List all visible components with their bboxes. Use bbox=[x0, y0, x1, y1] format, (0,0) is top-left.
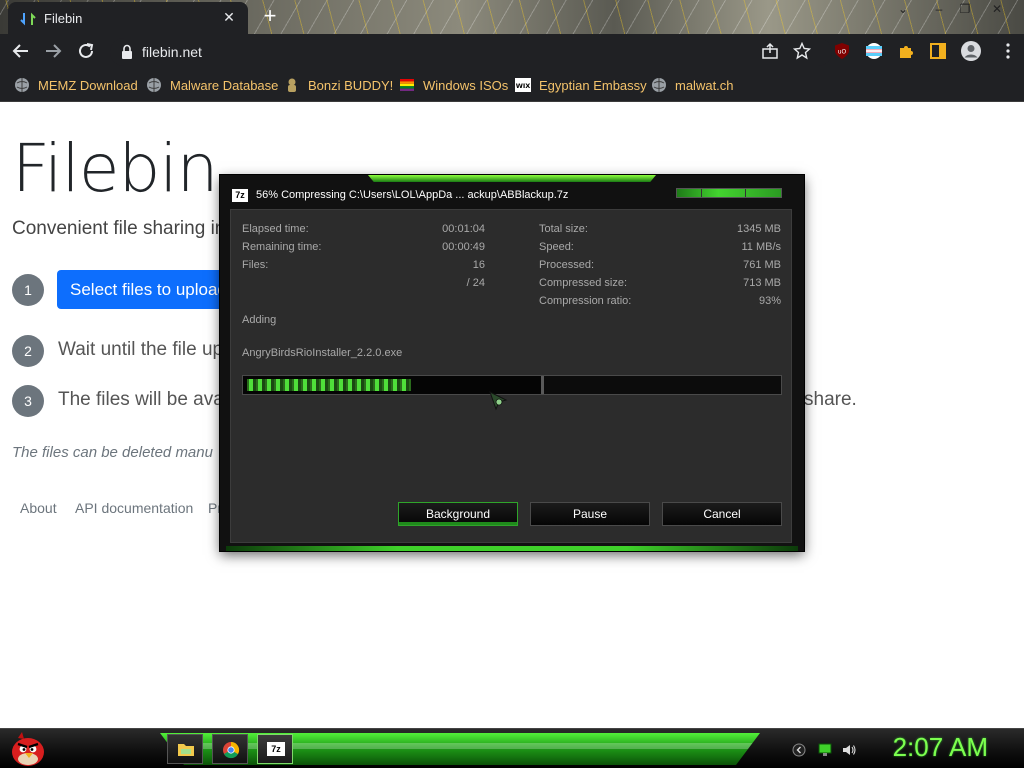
url-text: filebin.net bbox=[142, 44, 202, 60]
step-3-text-tail: share. bbox=[804, 389, 857, 410]
extensions-puzzle-icon[interactable] bbox=[897, 42, 915, 60]
folder-icon bbox=[178, 744, 194, 756]
select-files-button[interactable]: Select files to upload bbox=[57, 270, 227, 309]
compression-ratio-label: Compression ratio: bbox=[539, 295, 632, 307]
dialog-top-glow bbox=[368, 175, 656, 182]
new-tab-button[interactable]: + bbox=[258, 5, 282, 29]
taskbar: 7z 2:07 AM bbox=[0, 728, 1024, 768]
tab-title: Filebin bbox=[44, 11, 83, 26]
step-2-badge: 2 bbox=[12, 335, 44, 367]
bookmark-star-icon[interactable] bbox=[793, 42, 811, 60]
address-bar[interactable]: filebin.net bbox=[110, 38, 832, 66]
deletion-note: The files can be deleted manu bbox=[12, 444, 213, 461]
dialog-body: Elapsed time: 00:01:04 Remaining time: 0… bbox=[230, 209, 792, 543]
reload-icon[interactable] bbox=[75, 40, 97, 62]
total-size-value: 1345 MB bbox=[736, 223, 781, 235]
compression-ratio-value: 93% bbox=[758, 295, 781, 307]
dialog-window-controls[interactable] bbox=[676, 188, 782, 198]
page-subtitle: Convenient file sharing in bbox=[12, 218, 226, 239]
bookmark-bonzi-buddy[interactable]: Bonzi BUDDY! bbox=[284, 76, 393, 94]
svg-text:WIX: WIX bbox=[516, 82, 531, 90]
close-window-button[interactable]: ✕ bbox=[988, 2, 1006, 18]
dialog-title: 56% Compressing C:\Users\LOL\AppDa ... a… bbox=[256, 189, 569, 201]
globe-icon bbox=[15, 78, 29, 92]
compression-dialog: 7z 56% Compressing C:\Users\LOL\AppDa ..… bbox=[220, 175, 804, 551]
compressed-size-label: Compressed size: bbox=[539, 277, 628, 289]
taskbar-green-band bbox=[160, 733, 760, 765]
step-1-badge: 1 bbox=[12, 274, 44, 306]
volume-icon[interactable] bbox=[842, 743, 856, 757]
profile-avatar-icon[interactable] bbox=[960, 40, 982, 62]
footer-link-api-docs[interactable]: API documentation bbox=[75, 500, 193, 516]
dialog-titlebar[interactable]: 7z 56% Compressing C:\Users\LOL\AppDa ..… bbox=[226, 183, 798, 209]
pause-button[interactable]: Pause bbox=[530, 502, 650, 526]
minimize-button[interactable]: ‒ bbox=[930, 2, 948, 18]
elapsed-time-value: 00:01:04 bbox=[442, 223, 485, 235]
back-icon[interactable] bbox=[10, 40, 32, 62]
taskbar-chrome-button[interactable] bbox=[212, 734, 248, 764]
windows-flag-icon bbox=[400, 79, 414, 91]
7zip-app-icon: 7z bbox=[232, 189, 248, 202]
bookmark-memz-download[interactable]: MEMZ Download bbox=[14, 76, 138, 94]
pride-extension-icon[interactable] bbox=[865, 42, 883, 60]
elapsed-time-label: Elapsed time: bbox=[242, 223, 309, 235]
ublock-icon[interactable]: uO bbox=[833, 42, 851, 60]
step-3-badge: 3 bbox=[12, 385, 44, 417]
filebin-favicon-icon bbox=[20, 12, 36, 26]
bookmark-windows-isos[interactable]: Windows ISOs bbox=[399, 76, 508, 94]
cancel-button[interactable]: Cancel bbox=[662, 502, 782, 526]
total-size-label: Total size: bbox=[539, 223, 588, 235]
wix-icon: WIX bbox=[515, 78, 531, 92]
processed-label: Processed: bbox=[539, 259, 595, 271]
forward-icon[interactable] bbox=[42, 40, 64, 62]
bookmarks-bar: MEMZ Download Malware Database Bonzi BUD… bbox=[0, 68, 1024, 102]
browser-toolbar: filebin.net uO bbox=[0, 34, 1024, 68]
angry-bird-start-icon[interactable] bbox=[8, 730, 48, 768]
bookmark-egyptian-embassy[interactable]: WIX Egyptian Embassy bbox=[515, 76, 647, 94]
bookmark-malware-database[interactable]: Malware Database bbox=[146, 76, 278, 94]
files-value: 16 bbox=[472, 259, 485, 271]
files-total-value: / 24 bbox=[466, 277, 485, 289]
7zip-icon: 7z bbox=[267, 742, 285, 756]
speed-label: Speed: bbox=[539, 241, 574, 253]
bookmark-malwatch[interactable]: malwat.ch bbox=[651, 76, 734, 94]
browser-menu-icon[interactable] bbox=[999, 42, 1017, 60]
remaining-time-value: 00:00:49 bbox=[442, 241, 485, 253]
status-text: Adding bbox=[242, 314, 277, 326]
svg-text:uO: uO bbox=[838, 49, 847, 56]
dialog-bottom-glow bbox=[226, 546, 798, 551]
processed-value: 761 MB bbox=[743, 259, 781, 271]
current-file-name: AngryBirdsRioInstaller_2.2.0.exe bbox=[242, 347, 403, 359]
page-title: Filebin bbox=[12, 130, 219, 207]
mouse-cursor-icon bbox=[489, 390, 508, 411]
tab-strip: Filebin ✕ + ⌄ ‒ ❐ ✕ bbox=[0, 0, 1024, 34]
show-hidden-icons-icon[interactable] bbox=[792, 743, 806, 757]
compressed-size-value: 713 MB bbox=[743, 277, 781, 289]
progress-bar bbox=[242, 375, 782, 395]
background-button[interactable]: Background bbox=[398, 502, 518, 526]
step-2-text: Wait until the file up bbox=[58, 339, 224, 360]
tab-close-icon[interactable]: ✕ bbox=[220, 8, 238, 26]
bonzi-icon bbox=[288, 78, 296, 92]
tab-search-icon[interactable]: ⌄ bbox=[894, 2, 912, 18]
chrome-icon bbox=[223, 741, 240, 759]
footer-link-about[interactable]: About bbox=[20, 500, 57, 516]
taskbar-7zip-button[interactable]: 7z bbox=[257, 734, 293, 764]
lock-icon bbox=[122, 44, 132, 59]
globe-icon bbox=[652, 78, 666, 92]
taskbar-clock[interactable]: 2:07 AM bbox=[893, 732, 988, 763]
progress-arrows bbox=[247, 379, 412, 391]
browser-tab[interactable]: Filebin ✕ bbox=[8, 2, 248, 34]
maximize-button[interactable]: ❐ bbox=[956, 2, 974, 18]
remaining-time-label: Remaining time: bbox=[242, 241, 322, 253]
share-icon[interactable] bbox=[761, 42, 779, 60]
step-3-text: The files will be ava bbox=[58, 389, 224, 410]
speed-value: 11 MB/s bbox=[741, 241, 781, 253]
files-label: Files: bbox=[242, 259, 269, 271]
taskbar-explorer-button[interactable] bbox=[167, 734, 203, 764]
side-panel-icon[interactable] bbox=[929, 42, 947, 60]
globe-icon bbox=[147, 78, 161, 92]
network-icon[interactable] bbox=[818, 743, 832, 757]
